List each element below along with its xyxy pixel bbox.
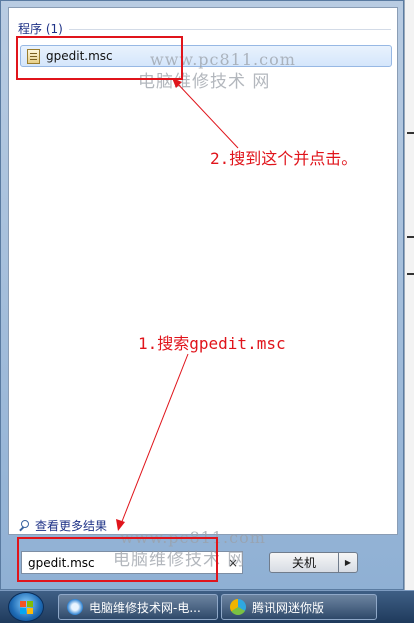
annotation-step2: 2.搜到这个并点击。 — [210, 149, 358, 168]
arrow-line-step2 — [175, 81, 239, 149]
arrow-head-step1 — [116, 519, 125, 531]
annotation-step1: 1.搜索gpedit.msc — [138, 334, 286, 353]
arrow-line-step1 — [120, 353, 189, 525]
annotation-arrows — [116, 78, 239, 531]
